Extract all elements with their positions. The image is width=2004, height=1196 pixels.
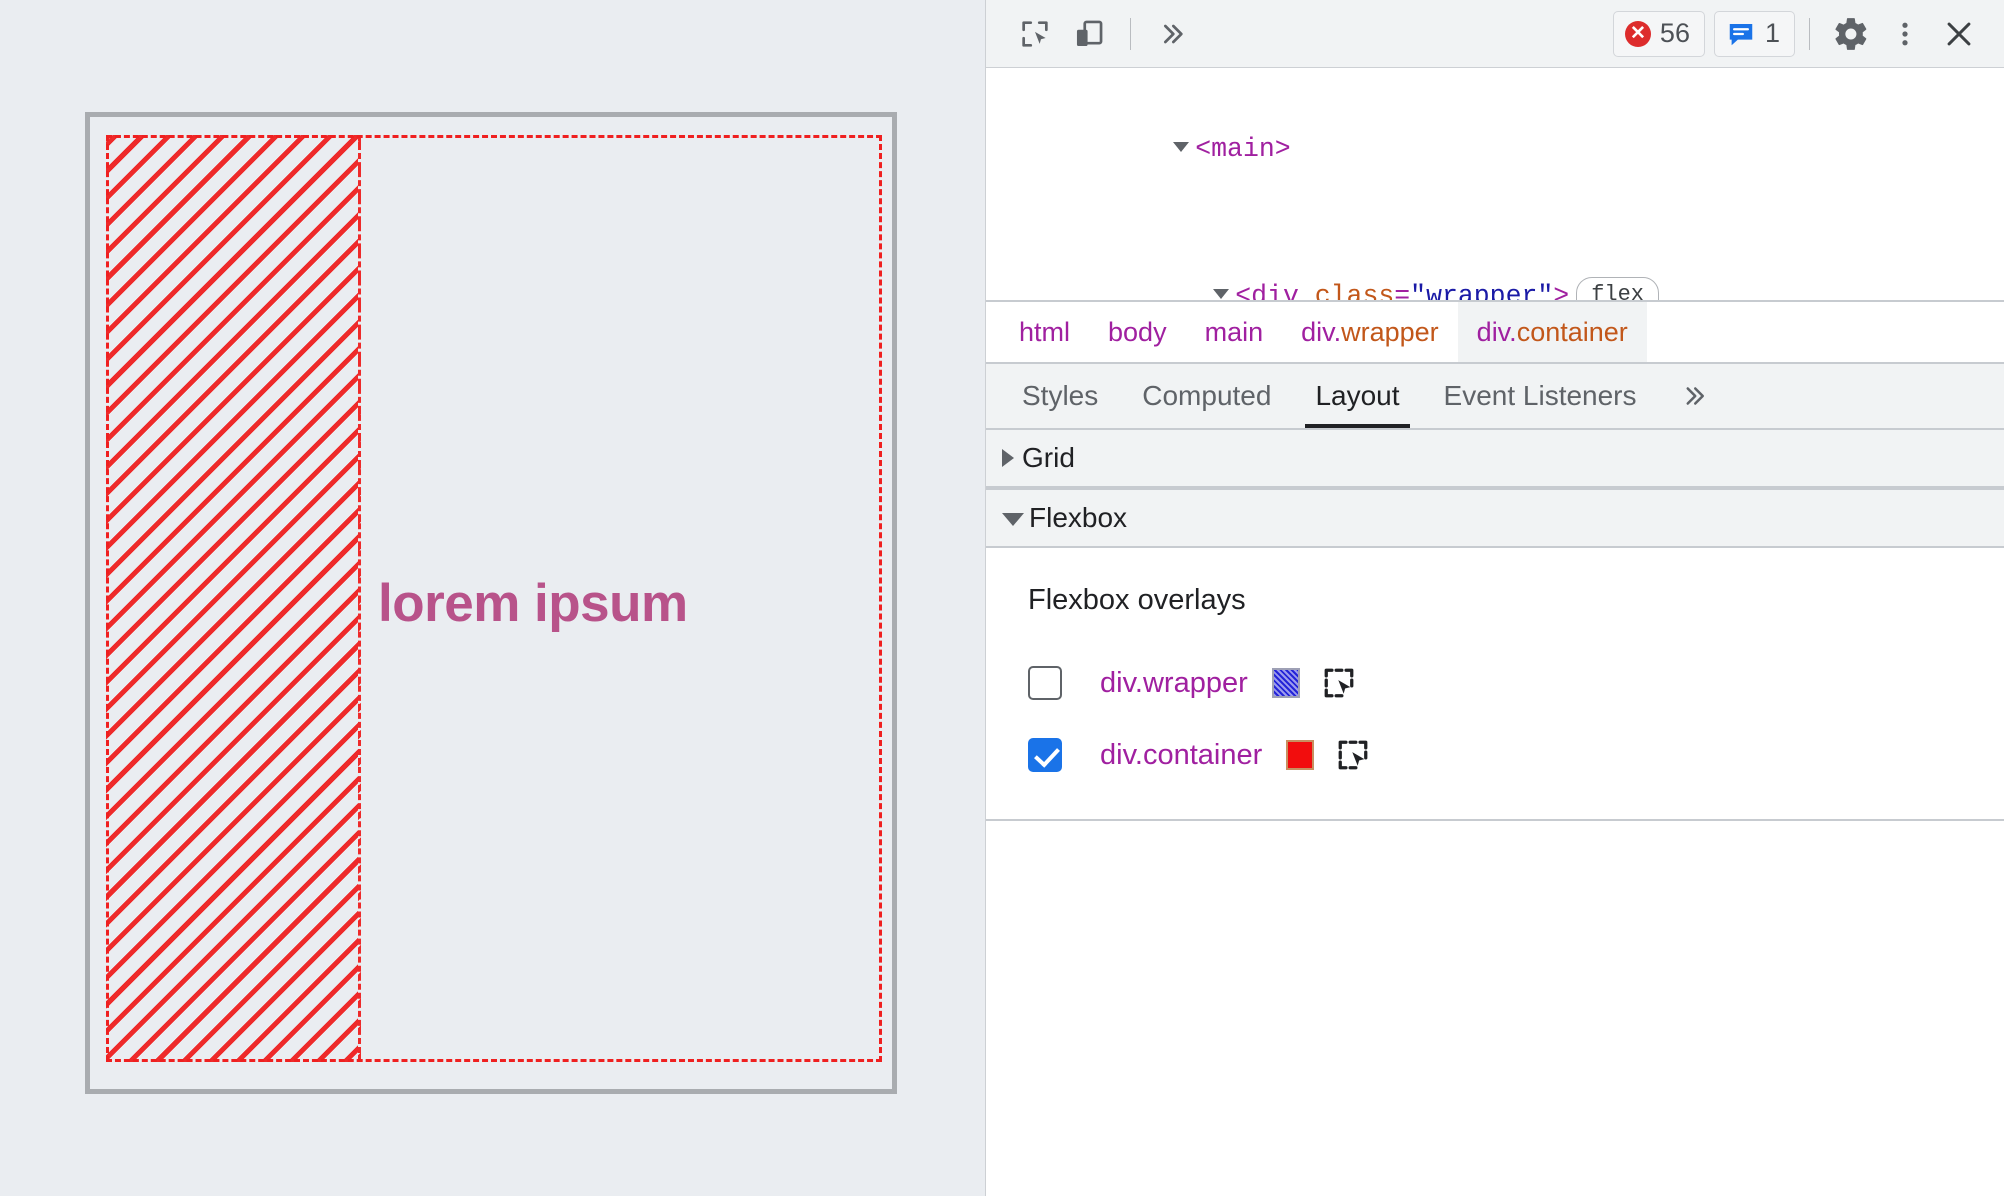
chevron-right-icon: [1002, 449, 1014, 467]
page-heading: lorem ipsum: [378, 573, 688, 633]
wrapper-element: lorem ipsum: [90, 117, 892, 1089]
flexbox-overlays-section: Flexbox overlays div.wrapper div.contain: [986, 548, 2004, 821]
dom-row[interactable]: <div class="wrapper"> flex: [986, 223, 2004, 300]
breadcrumb-item-main[interactable]: main: [1186, 302, 1283, 362]
error-count: 56: [1659, 18, 1690, 48]
message-counter[interactable]: 1: [1713, 10, 1795, 57]
more-options-icon[interactable]: [1878, 9, 1932, 59]
error-counter[interactable]: ✕ 56: [1612, 10, 1705, 57]
tab-event-listeners[interactable]: Event Listeners: [1422, 364, 1659, 428]
message-count: 1: [1764, 18, 1780, 48]
flexbox-overlays-title: Flexbox overlays: [1028, 584, 1246, 616]
flexbox-section-header[interactable]: Flexbox: [986, 488, 2004, 548]
devtools-toolbar: ✕ 56 1: [986, 0, 2004, 68]
overlay-row-div-container: div.container: [1028, 719, 2004, 791]
toolbar-divider-2: [1809, 17, 1810, 50]
twisty-open-icon[interactable]: [1173, 141, 1190, 152]
page-viewport: lorem ipsum: [0, 0, 985, 1196]
page-frame: lorem ipsum: [85, 112, 897, 1094]
dom-tree: <main> <div class="wrapper">flex …<div c…: [986, 68, 2004, 300]
breadcrumb: html body main div. wrapper div. container: [986, 300, 2004, 362]
devtools-panel: ✕ 56 1 <main> <div class="wrapper"> flex…: [985, 0, 2004, 1196]
overlay-label-div-wrapper[interactable]: div.wrapper: [1100, 667, 1248, 700]
overlay-color-swatch-div-wrapper[interactable]: [1271, 668, 1300, 698]
flexbox-section-title: Flexbox: [1029, 502, 1128, 533]
overlay-checkbox-div-container[interactable]: [1028, 738, 1062, 772]
device-toolbar-icon[interactable]: [1062, 9, 1116, 59]
grid-section-title: Grid: [1022, 442, 1075, 473]
chevron-down-icon: [1002, 513, 1024, 526]
close-icon[interactable]: [1932, 9, 1986, 59]
devtools-window: lorem ipsum ✕ 56 1 <main> <div class="wr…: [0, 0, 2004, 1196]
breadcrumb-item-div-container[interactable]: div. container: [1457, 302, 1647, 362]
inspect-element-icon[interactable]: [1008, 9, 1062, 59]
more-panels-icon[interactable]: [1145, 9, 1199, 59]
flex-badge-wrapper[interactable]: flex: [1576, 277, 1660, 300]
toolbar-divider-1: [1130, 17, 1131, 50]
dom-row-text: <main>: [1195, 134, 1291, 164]
flex-free-space-hatch: [106, 135, 361, 1062]
tab-layout[interactable]: Layout: [1293, 364, 1421, 428]
overlay-row-div-wrapper: div.wrapper: [1028, 647, 2004, 719]
breadcrumb-item-div-wrapper[interactable]: div. wrapper: [1282, 302, 1458, 362]
overlay-color-swatch-div-container[interactable]: [1286, 740, 1315, 770]
gear-icon[interactable]: [1824, 9, 1878, 59]
tab-styles[interactable]: Styles: [1000, 364, 1120, 428]
panel-tabs: Styles Computed Layout Event Listeners: [986, 362, 2004, 428]
tabs-more-icon[interactable]: [1659, 364, 1729, 428]
error-circle-icon: ✕: [1624, 20, 1651, 47]
grid-section-header[interactable]: Grid: [986, 428, 2004, 488]
breadcrumb-item-body[interactable]: body: [1089, 302, 1186, 362]
overlay-checkbox-div-wrapper[interactable]: [1028, 666, 1062, 700]
element-picker-icon-div-container[interactable]: [1336, 738, 1370, 772]
message-bubble-icon: [1729, 23, 1753, 45]
breadcrumb-item-html[interactable]: html: [1000, 302, 1089, 362]
layout-panel: Grid Flexbox Flexbox overlays div.wrappe…: [986, 428, 2004, 1196]
overlay-label-div-container[interactable]: div.container: [1100, 739, 1262, 772]
element-picker-icon-div-wrapper[interactable]: [1322, 666, 1356, 700]
twisty-open-icon[interactable]: [1213, 288, 1230, 299]
tab-computed[interactable]: Computed: [1120, 364, 1293, 428]
dom-row[interactable]: <main>: [986, 76, 2004, 223]
